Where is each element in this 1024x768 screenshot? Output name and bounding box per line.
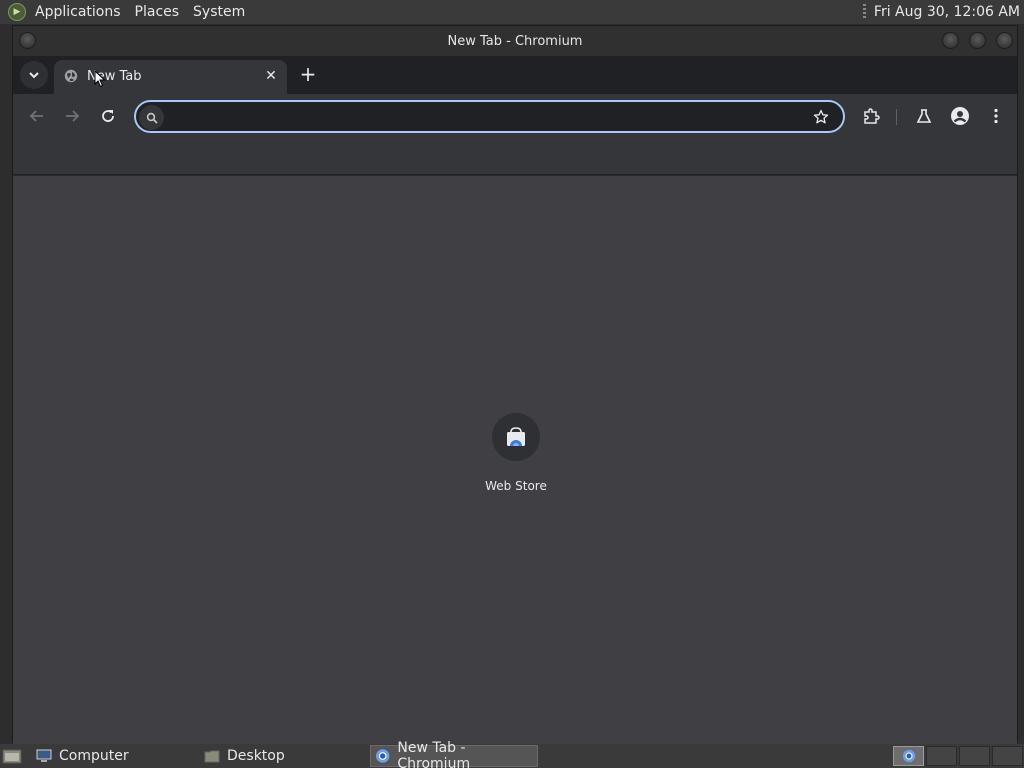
browser-menu-button[interactable] [982,102,1010,130]
reload-button[interactable] [94,102,122,130]
taskbar-item-desktop[interactable]: Desktop [200,745,366,767]
address-input[interactable] [170,105,800,130]
close-window-button[interactable] [996,32,1013,49]
chromium-icon [902,749,915,763]
distro-logo-icon[interactable]: ▶ [8,3,26,21]
labs-button[interactable] [910,102,938,130]
back-button[interactable] [23,102,51,130]
taskbar-item-computer[interactable]: Computer [32,745,198,767]
reload-icon [102,110,114,122]
taskbar-item-label: Computer [59,748,129,764]
tab-new-tab[interactable]: New Tab ✕ [54,60,287,94]
address-bar[interactable] [134,100,845,133]
mouse-cursor-icon [94,70,106,88]
panel-grip-handle[interactable] [862,4,866,20]
panel-menu-bar: Applications Places System [28,0,252,24]
computer-icon [36,749,52,762]
maximize-button[interactable] [969,32,986,49]
window-titlebar[interactable]: New Tab - Chromium [13,26,1017,56]
workspace-2[interactable] [926,746,957,766]
show-desktop-button[interactable] [0,745,24,767]
taskbar-item-label: New Tab - Chromium [397,740,471,768]
taskbar-item-label: Desktop [227,748,285,764]
show-desktop-icon [2,749,22,764]
chromium-window: New Tab - Chromium New Tab ✕ + Web Store [12,25,1018,744]
chromium-icon [375,749,390,763]
menu-system[interactable]: System [186,0,252,24]
flask-icon [916,109,932,123]
workspace-3[interactable] [959,746,990,766]
menu-applications[interactable]: Applications [28,0,128,24]
clock[interactable]: Fri Aug 30, 12:06 AM [874,4,1020,20]
kebab-menu-icon [994,108,998,124]
chevron-down-icon [29,72,39,79]
taskbar-item-chromium[interactable]: New Tab - Chromium [370,740,538,768]
extensions-button[interactable] [857,102,885,130]
minimize-button[interactable] [942,32,959,49]
browser-toolbar [13,94,1017,138]
arrow-left-icon [29,110,43,122]
shortcut-label: Web Store [485,479,547,493]
new-tab-button[interactable]: + [297,63,319,85]
bottom-taskbar: Computer Desktop New Tab - Chromium [0,740,1024,768]
window-title: New Tab - Chromium [447,33,583,49]
bookmarks-bar [13,138,1017,175]
window-menu-button[interactable] [19,32,36,49]
search-icon [139,105,164,130]
globe-icon [64,69,78,83]
forward-button[interactable] [58,102,86,130]
workspace-4[interactable] [992,746,1023,766]
new-tab-page: Web Store [13,176,1017,744]
shortcut-tile[interactable]: Web Store [467,413,565,503]
tab-search-button[interactable] [20,61,48,89]
tab-close-icon[interactable]: ✕ [263,68,279,84]
puzzle-icon [864,108,880,124]
folder-icon [204,750,220,763]
bookmark-star-icon[interactable] [811,107,831,127]
profile-button[interactable] [946,102,974,130]
workspace-1[interactable] [893,746,924,766]
avatar-icon [951,107,969,125]
web-store-icon [492,413,540,461]
top-panel: ▶ Applications Places System Fri Aug 30,… [0,0,1024,24]
tab-strip: New Tab ✕ + [13,56,1017,94]
arrow-right-icon [66,110,80,122]
toolbar-divider [896,109,897,125]
menu-places[interactable]: Places [128,0,187,24]
clock-area: Fri Aug 30, 12:06 AM [862,0,1020,24]
